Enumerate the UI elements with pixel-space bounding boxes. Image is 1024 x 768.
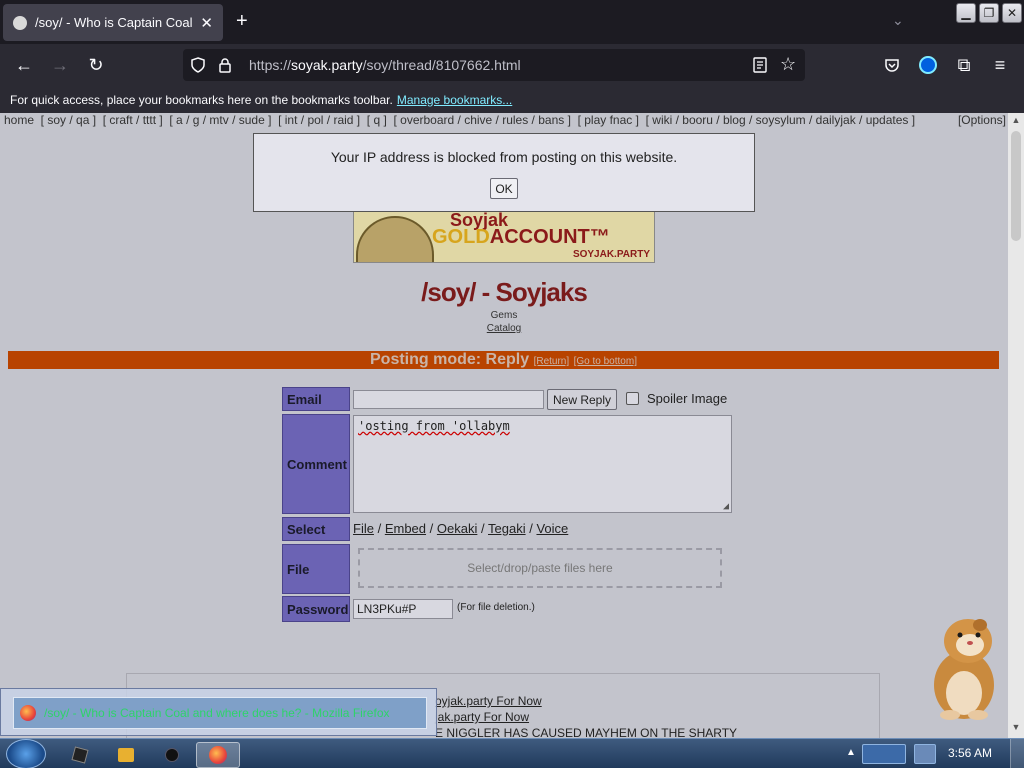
bookmarks-hint-text: For quick access, place your bookmarks h… (10, 92, 393, 107)
resize-grip-icon[interactable]: ◢ (723, 501, 729, 512)
browser-titlebar: /soy/ - Who is Captain Coal an ✕ + ⌄ ▁ ❐… (0, 0, 1024, 44)
forward-arrow-icon[interactable]: → (48, 53, 72, 77)
thread-link[interactable]: oyjak.party For Now (435, 694, 542, 708)
file-dropzone[interactable]: Select/drop/paste files here (358, 548, 722, 588)
lock-icon[interactable] (217, 57, 233, 73)
email-label: Email (282, 387, 350, 411)
spoiler-checkbox[interactable] (626, 392, 639, 405)
taskbar-window-preview[interactable]: /soy/ - Who is Captain Coal and where do… (0, 688, 437, 736)
extension-vpn-icon[interactable] (916, 53, 940, 77)
board-title: /soy/ - Soyjaks (421, 277, 588, 307)
select-label: Select (282, 517, 350, 541)
password-note: (For file deletion.) (457, 602, 535, 613)
back-arrow-icon[interactable]: ← (12, 53, 36, 77)
bookmarks-toolbar: For quick access, place your bookmarks h… (0, 86, 1024, 113)
taskbar-media-player-icon[interactable] (104, 742, 148, 768)
banner-site: SOYJAK.PARTY (572, 249, 650, 260)
select-sep: / (377, 521, 382, 536)
hamster-mascot-image (920, 613, 1008, 723)
taskbar-app-sphere-icon[interactable] (150, 742, 194, 768)
manage-bookmarks-link[interactable]: Manage bookmarks... (397, 93, 512, 107)
reload-icon[interactable]: ↻ (84, 53, 108, 77)
tab-title: /soy/ - Who is Captain Coal an (35, 15, 195, 30)
options-link[interactable]: [Options] (958, 113, 1006, 128)
comment-text: 'osting from 'ollabym (358, 419, 510, 433)
alert-message: Your IP address is blocked from posting … (330, 149, 678, 165)
url-path: /soy/thread/8107662.html (362, 57, 521, 73)
taskbar-firefox-icon[interactable] (196, 742, 240, 768)
browser-tab-active[interactable]: /soy/ - Who is Captain Coal an ✕ (3, 4, 223, 41)
extensions-puzzle-icon[interactable]: ⧉ (952, 53, 976, 77)
tray-volume-icon[interactable] (914, 744, 936, 764)
banner-account: ACCOUNT™ (489, 226, 610, 248)
select-sep: / (529, 521, 533, 536)
file-label: File (282, 544, 350, 594)
select-sep: / (429, 521, 434, 536)
navigation-toolbar: ← → ↻ https://soyak.party/soy/thread/810… (0, 44, 1024, 86)
start-button-windows-icon[interactable] (6, 739, 46, 768)
scrollbar-thumb[interactable] (1011, 131, 1021, 241)
return-link[interactable]: [Return] (534, 356, 570, 367)
board-banner[interactable]: Soyjak GOLDACCOUNT™ SOYJAK.PARTY (353, 211, 655, 263)
reader-view-icon[interactable] (753, 57, 767, 76)
password-label: Password (282, 596, 350, 622)
catalog-link[interactable]: Catalog (0, 323, 1008, 334)
firefox-icon (20, 705, 36, 721)
blocked-ip-alert-dialog: Your IP address is blocked from posting … (253, 133, 755, 212)
page-scrollbar[interactable]: ▲ ▼ (1008, 113, 1024, 738)
comment-textarea[interactable]: 'osting from 'ollabym ◢ (353, 415, 732, 513)
gems-link[interactable]: Gems (0, 310, 1008, 321)
email-field[interactable] (353, 390, 544, 409)
select-embed-link[interactable]: Embed (385, 521, 426, 536)
banner-gold: GOLD (432, 226, 490, 248)
restore-button[interactable]: ❐ (979, 3, 999, 23)
thread-link[interactable]: E NIGGLER HAS CAUSED MAYHEM ON THE SHART… (435, 726, 737, 738)
tracking-shield-icon[interactable] (189, 57, 207, 73)
posting-mode-title: Posting mode: Reply (370, 351, 530, 368)
list-all-tabs-icon[interactable]: ⌄ (892, 12, 904, 29)
show-desktop-button[interactable] (1010, 739, 1024, 768)
url-scheme: https:// (249, 57, 292, 73)
posting-mode-banner: Posting mode: Reply [Return] [Go to bott… (8, 351, 999, 369)
comment-label: Comment (282, 414, 350, 514)
new-tab-button[interactable]: + (236, 10, 248, 33)
alert-ok-button[interactable]: OK (490, 178, 518, 199)
banner-wojak-image (356, 216, 434, 262)
windows-taskbar: ▲ 3:56 AM (0, 738, 1024, 768)
url-text[interactable]: https://soyak.party/soy/thread/8107662.h… (249, 57, 521, 73)
new-reply-button[interactable]: New Reply (547, 389, 617, 410)
hamburger-menu-icon[interactable]: ≡ (988, 53, 1012, 77)
show-hidden-icons-arrow[interactable]: ▲ (846, 747, 856, 758)
minimize-button[interactable]: ▁ (956, 3, 976, 23)
thread-link[interactable]: jak.party For Now (435, 710, 529, 724)
banner-gold-text: GOLDACCOUNT™ (432, 226, 610, 249)
taskbar-clock[interactable]: 3:56 AM (948, 746, 992, 760)
pocket-icon[interactable] (880, 53, 904, 77)
bookmark-star-icon[interactable]: ☆ (780, 54, 796, 75)
taskbar-app-cube-icon[interactable] (58, 742, 102, 768)
password-field[interactable]: LN3PKu#P (353, 599, 453, 619)
select-sep: / (481, 521, 485, 536)
tray-network-icon[interactable] (862, 744, 906, 764)
taskbar-preview-item[interactable]: /soy/ - Who is Captain Coal and where do… (13, 697, 427, 729)
url-host: soyak.party (291, 57, 363, 73)
spoiler-label: Spoiler Image (647, 391, 728, 406)
taskbar-preview-title: /soy/ - Who is Captain Coal and where do… (44, 706, 390, 720)
go-to-bottom-link[interactable]: [Go to bottom] (574, 356, 637, 367)
scroll-up-arrow-icon[interactable]: ▲ (1008, 115, 1024, 129)
select-oekaki-link[interactable]: Oekaki (437, 521, 477, 536)
select-tegaki-link[interactable]: Tegaki (488, 521, 526, 536)
url-bar[interactable]: https://soyak.party/soy/thread/8107662.h… (183, 49, 805, 81)
close-window-button[interactable]: ✕ (1002, 3, 1022, 23)
upload-mode-links: File / Embed / Oekaki / Tegaki / Voice (353, 521, 568, 536)
scroll-down-arrow-icon[interactable]: ▼ (1008, 722, 1024, 736)
select-voice-link[interactable]: Voice (536, 521, 568, 536)
soyjak-favicon-icon (13, 15, 27, 30)
board-list-links[interactable]: home [ soy / qa ] [ craft / tttt ] [ a /… (4, 113, 915, 127)
select-file-link[interactable]: File (353, 521, 374, 536)
tab-close-icon[interactable]: ✕ (200, 14, 213, 32)
board-list-nav: home [ soy / qa ] [ craft / tttt ] [ a /… (0, 113, 1008, 128)
